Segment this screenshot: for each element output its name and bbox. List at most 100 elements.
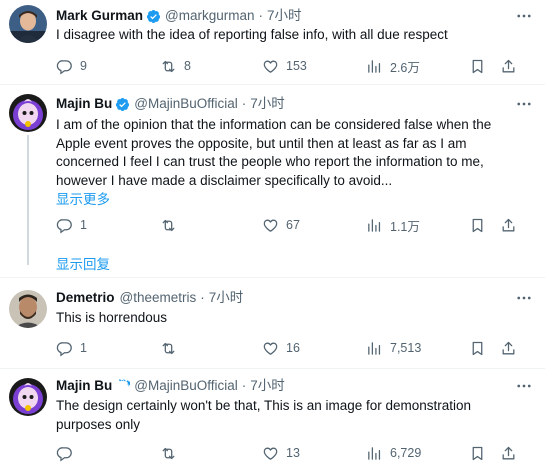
share-button[interactable] [500,339,517,357]
like-button[interactable]: 153 [262,57,307,75]
tweet-majin-bu-reply[interactable]: Majin Bu @MajinBuOfficial · 7小时 I am of … [0,85,545,277]
avatar-majin-bu[interactable] [9,94,47,132]
like-icon [263,447,278,460]
author-handle[interactable]: @markgurman [165,7,254,25]
more-icon [517,296,531,300]
retweet-button[interactable]: 8 [160,57,191,75]
reply-count: 1 [80,341,87,355]
retweet-button[interactable] [160,216,184,234]
author-handle[interactable]: @MajinBuOfficial [134,377,238,395]
share-icon [502,341,515,354]
like-icon [263,219,278,232]
more-options-button[interactable] [513,289,535,307]
views-button[interactable]: 7,513 [366,339,421,357]
like-count: 16 [286,341,300,355]
bookmark-icon [472,341,483,355]
verified-badge-icon [146,9,161,23]
views-icon [368,59,381,73]
verified-badge-icon [119,378,131,389]
views-count: 6,729 [390,446,422,460]
author-handle[interactable]: @theemetris [120,289,197,307]
tweet-demetrio[interactable]: Demetrio @theemetris · 7小时 This is horre… [0,278,545,368]
share-icon [502,59,515,72]
tweet-text: The design certainly won't be that, This… [56,398,472,432]
author-name[interactable]: Mark Gurman [56,7,143,25]
tweet-mark-gurman[interactable]: Mark Gurman @markgurman · 7小时 I disagree… [0,0,545,84]
views-icon [368,446,381,460]
reply-icon [56,446,72,461]
author-name[interactable]: Majin Bu [56,377,112,395]
retweet-icon [162,60,175,72]
bookmark-button[interactable] [469,339,486,357]
views-button[interactable]: 6,729 [366,444,421,462]
reply-button[interactable]: 1 [56,339,87,357]
views-count: 2.6万 [390,60,420,75]
author-name[interactable]: Majin Bu [56,95,112,113]
like-count: 153 [286,59,307,73]
action-bar: 1 67 1.1万 [56,216,526,234]
author-name[interactable]: Demetrio [56,289,115,307]
retweet-count: 8 [184,59,191,73]
retweet-icon [162,219,175,231]
author-handle[interactable]: @MajinBuOfficial [134,95,238,113]
reply-icon [56,59,72,74]
separator-dot: · [241,96,247,111]
like-button[interactable]: 13 [262,444,300,462]
action-bar: 9 8 153 2.6万 [56,57,526,75]
timestamp[interactable]: 7小时 [209,289,244,307]
reply-button[interactable]: 1 [56,216,87,234]
more-options-button[interactable] [513,7,535,25]
avatar-mark-gurman[interactable] [9,5,47,43]
like-count: 13 [286,446,300,460]
views-icon [368,341,381,355]
reply-icon [56,218,72,233]
reply-count: 9 [80,59,87,73]
views-icon [368,218,381,232]
share-button[interactable] [500,444,517,462]
separator-dot: · [241,378,247,393]
verified-badge-icon [116,97,130,111]
action-bar: 1 16 7,513 [56,339,526,357]
more-options-button[interactable] [513,95,535,113]
like-button[interactable]: 67 [262,216,300,234]
reply-button[interactable] [56,444,80,462]
tweet-text: This is horrendous [56,310,168,325]
bookmark-button[interactable] [469,444,486,462]
show-replies-link[interactable]: 显示回复 [56,253,110,273]
like-button[interactable]: 16 [262,339,300,357]
reply-button[interactable]: 9 [56,57,87,75]
show-more-link[interactable]: 显示更多 [56,188,110,208]
tweet-header: Demetrio @theemetris · 7小时 [56,289,243,307]
views-button[interactable]: 2.6万 [366,57,420,75]
retweet-button[interactable] [160,339,184,357]
share-button[interactable] [500,57,517,75]
tweet-text: I disagree with the idea of reporting fa… [56,27,448,42]
bookmark-button[interactable] [469,57,486,75]
retweet-icon [162,447,175,459]
more-icon [517,14,531,18]
share-button[interactable] [500,216,517,234]
views-count: 7,513 [390,341,422,355]
timestamp[interactable]: 7小时 [250,377,285,395]
tweet-majin-bu-second[interactable]: Majin Bu @MajinBuOfficial · 7小时 The desi… [0,369,545,473]
more-icon [517,384,531,388]
more-options-button[interactable] [513,377,535,395]
avatar-demetrio[interactable] [9,290,47,328]
tweet-text: I am of the opinion that the information… [56,117,492,188]
bookmark-icon [472,59,483,73]
avatar-majin-bu[interactable] [9,378,47,416]
timestamp[interactable]: 7小时 [250,95,285,113]
reply-icon [56,341,72,356]
separator-dot: · [200,290,205,305]
like-count: 67 [286,218,300,232]
tweet-header: Majin Bu @MajinBuOfficial · 7小时 [56,377,285,395]
reply-count: 1 [80,218,87,232]
retweet-button[interactable] [160,444,184,462]
bookmark-button[interactable] [469,216,486,234]
views-button[interactable]: 1.1万 [366,216,420,234]
like-icon [263,342,278,355]
share-icon [502,218,515,231]
retweet-icon [162,342,175,354]
timestamp[interactable]: 7小时 [267,7,302,25]
views-count: 1.1万 [390,219,420,234]
